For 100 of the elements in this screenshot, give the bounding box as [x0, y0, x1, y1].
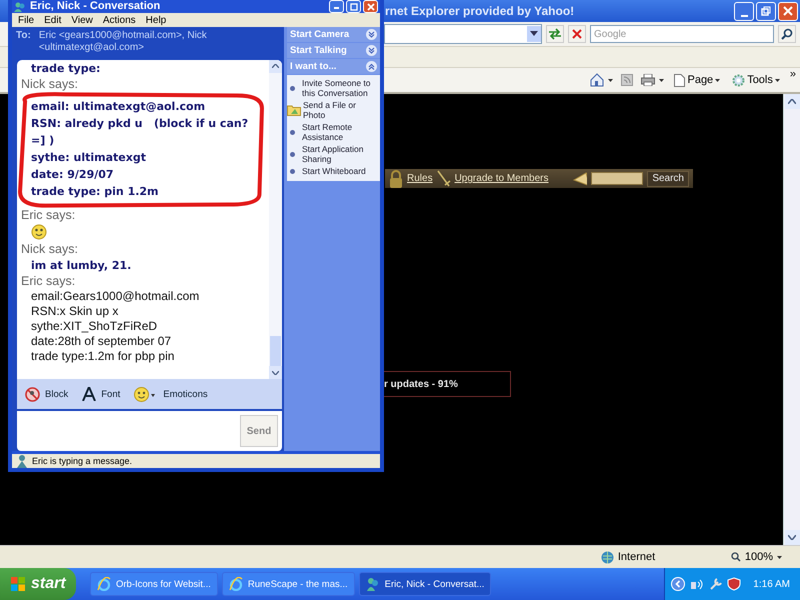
loading-text: r updates - 91%	[384, 378, 458, 390]
search-field[interactable]	[591, 172, 644, 185]
recipients-text: Eric <gears1000@hotmail.com>, Nick <ultimatexgt@aol.com>	[38, 30, 208, 55]
scroll-down-button[interactable]	[269, 366, 282, 380]
dropdown-button[interactable]	[527, 26, 541, 42]
bullet-icon	[290, 152, 295, 156]
window-title: rnet Explorer provided by Yahoo!	[385, 4, 576, 18]
bullet-icon	[290, 168, 295, 174]
message-text: trade type:	[31, 60, 102, 77]
message-text: email: ultimatexgt@aol.com	[31, 98, 206, 115]
action-link[interactable]: Start Application Sharing	[287, 143, 380, 165]
minimize-button[interactable]	[734, 2, 754, 20]
gear-icon	[732, 74, 746, 86]
caret-icon	[530, 31, 538, 37]
maximize-icon	[350, 2, 358, 10]
menu-item[interactable]: Help	[142, 13, 170, 27]
action-link[interactable]: Send a File or Photo	[287, 99, 380, 121]
refresh-icon	[548, 28, 562, 40]
browser-icon	[97, 577, 111, 591]
network-icon[interactable]	[689, 577, 706, 591]
block-icon	[25, 386, 40, 402]
search-field[interactable]: Google	[590, 25, 774, 43]
zone-label: Internet	[618, 551, 656, 563]
minimize-icon	[334, 7, 339, 9]
message-input[interactable]	[17, 411, 236, 451]
caret-icon[interactable]	[659, 78, 664, 82]
shield-icon[interactable]	[727, 577, 742, 591]
close-button[interactable]	[778, 2, 798, 20]
message-text: RSN:x Skin up x	[31, 304, 120, 319]
scrollbar[interactable]	[269, 60, 282, 380]
action-link[interactable]: Invite Someone to this Conversation	[287, 77, 380, 99]
printer-icon[interactable]	[641, 74, 656, 86]
search-button[interactable]	[778, 25, 796, 43]
caret-icon[interactable]	[608, 78, 614, 82]
stop-button[interactable]	[568, 25, 586, 43]
scrollbar[interactable]	[783, 94, 800, 545]
messenger-icon	[14, 2, 26, 12]
maximize-button[interactable]	[346, 0, 361, 13]
more-button[interactable]: »	[790, 68, 796, 80]
bullet-icon	[290, 130, 295, 134]
action-link[interactable]: Start Whiteboard	[287, 165, 380, 177]
close-button[interactable]	[363, 0, 378, 13]
minimize-icon	[740, 14, 748, 16]
person-icon	[15, 454, 29, 468]
feed-icon[interactable]	[621, 74, 634, 86]
caret-icon	[774, 78, 780, 82]
message-text: im at lumby, 21.	[31, 258, 132, 274]
menu-item[interactable]: View	[67, 13, 97, 27]
minimize-button[interactable]	[329, 0, 344, 13]
search-icon	[781, 28, 793, 40]
address-field[interactable]	[384, 24, 542, 44]
page-menu-button[interactable]: Page	[672, 74, 722, 86]
block-button[interactable]: Block	[23, 386, 70, 402]
taskbar-button[interactable]: Eric, Nick - Conversat...	[358, 572, 492, 596]
restore-icon	[761, 6, 771, 16]
sender-label: Eric says:	[21, 208, 76, 223]
message-text: trade type:1.2m for pbp pin	[31, 348, 176, 364]
scroll-down-button[interactable]	[784, 530, 800, 545]
message-text: trade type: pin 1.2m	[31, 184, 160, 200]
taskbar-button[interactable]: Orb-Icons for Websit...	[90, 572, 218, 596]
message-text: date: 9/29/07	[31, 166, 115, 183]
nav-link[interactable]: Rules	[407, 173, 433, 184]
to-label: To:	[16, 30, 31, 43]
browser-icon	[228, 577, 243, 591]
padlock-icon	[389, 170, 403, 188]
refresh-button[interactable]	[546, 25, 564, 43]
smiley-icon	[31, 224, 47, 240]
taskbar-button[interactable]: RuneScape - the mas...	[222, 572, 355, 596]
emoticons-button[interactable]: Emoticons	[132, 386, 210, 402]
font-button[interactable]: Font	[80, 387, 122, 402]
chevron-icon[interactable]	[671, 577, 686, 591]
windows-flag-icon	[10, 576, 26, 592]
start-button[interactable]: start	[0, 568, 76, 600]
caret-icon	[788, 535, 796, 540]
home-icon[interactable]	[590, 73, 604, 87]
menu-item[interactable]: Actions	[98, 13, 140, 27]
window-title: Eric, Nick - Conversation	[30, 0, 162, 13]
sword-icon	[436, 170, 451, 188]
menu-item[interactable]: Edit	[40, 13, 66, 27]
sender-label: Eric says:	[21, 274, 76, 289]
restore-button[interactable]	[756, 2, 776, 20]
menu-item[interactable]: File	[14, 13, 38, 27]
zoom-button[interactable]: 100%	[720, 551, 800, 563]
scroll-thumb[interactable]	[270, 336, 281, 366]
sender-label: Nick says:	[21, 242, 79, 257]
bullet-icon	[290, 86, 295, 90]
folder-icon	[287, 104, 301, 116]
letter-icon	[82, 387, 96, 402]
wrench-icon[interactable]	[709, 577, 724, 591]
scroll-up-button[interactable]	[784, 94, 800, 109]
search-button[interactable]: Search	[647, 170, 689, 186]
page-icon	[674, 74, 686, 86]
message-text: email:Gears1000@hotmail.com	[31, 288, 200, 304]
scroll-up-button[interactable]	[269, 60, 282, 73]
tools-menu-button[interactable]: Tools	[730, 74, 782, 86]
caret-icon	[788, 99, 796, 104]
caret-icon	[272, 64, 279, 68]
sender-label: Nick says:	[21, 76, 79, 92]
nav-link[interactable]: Upgrade to Members	[454, 173, 549, 184]
action-link[interactable]: Start Remote Assistance	[287, 121, 380, 143]
